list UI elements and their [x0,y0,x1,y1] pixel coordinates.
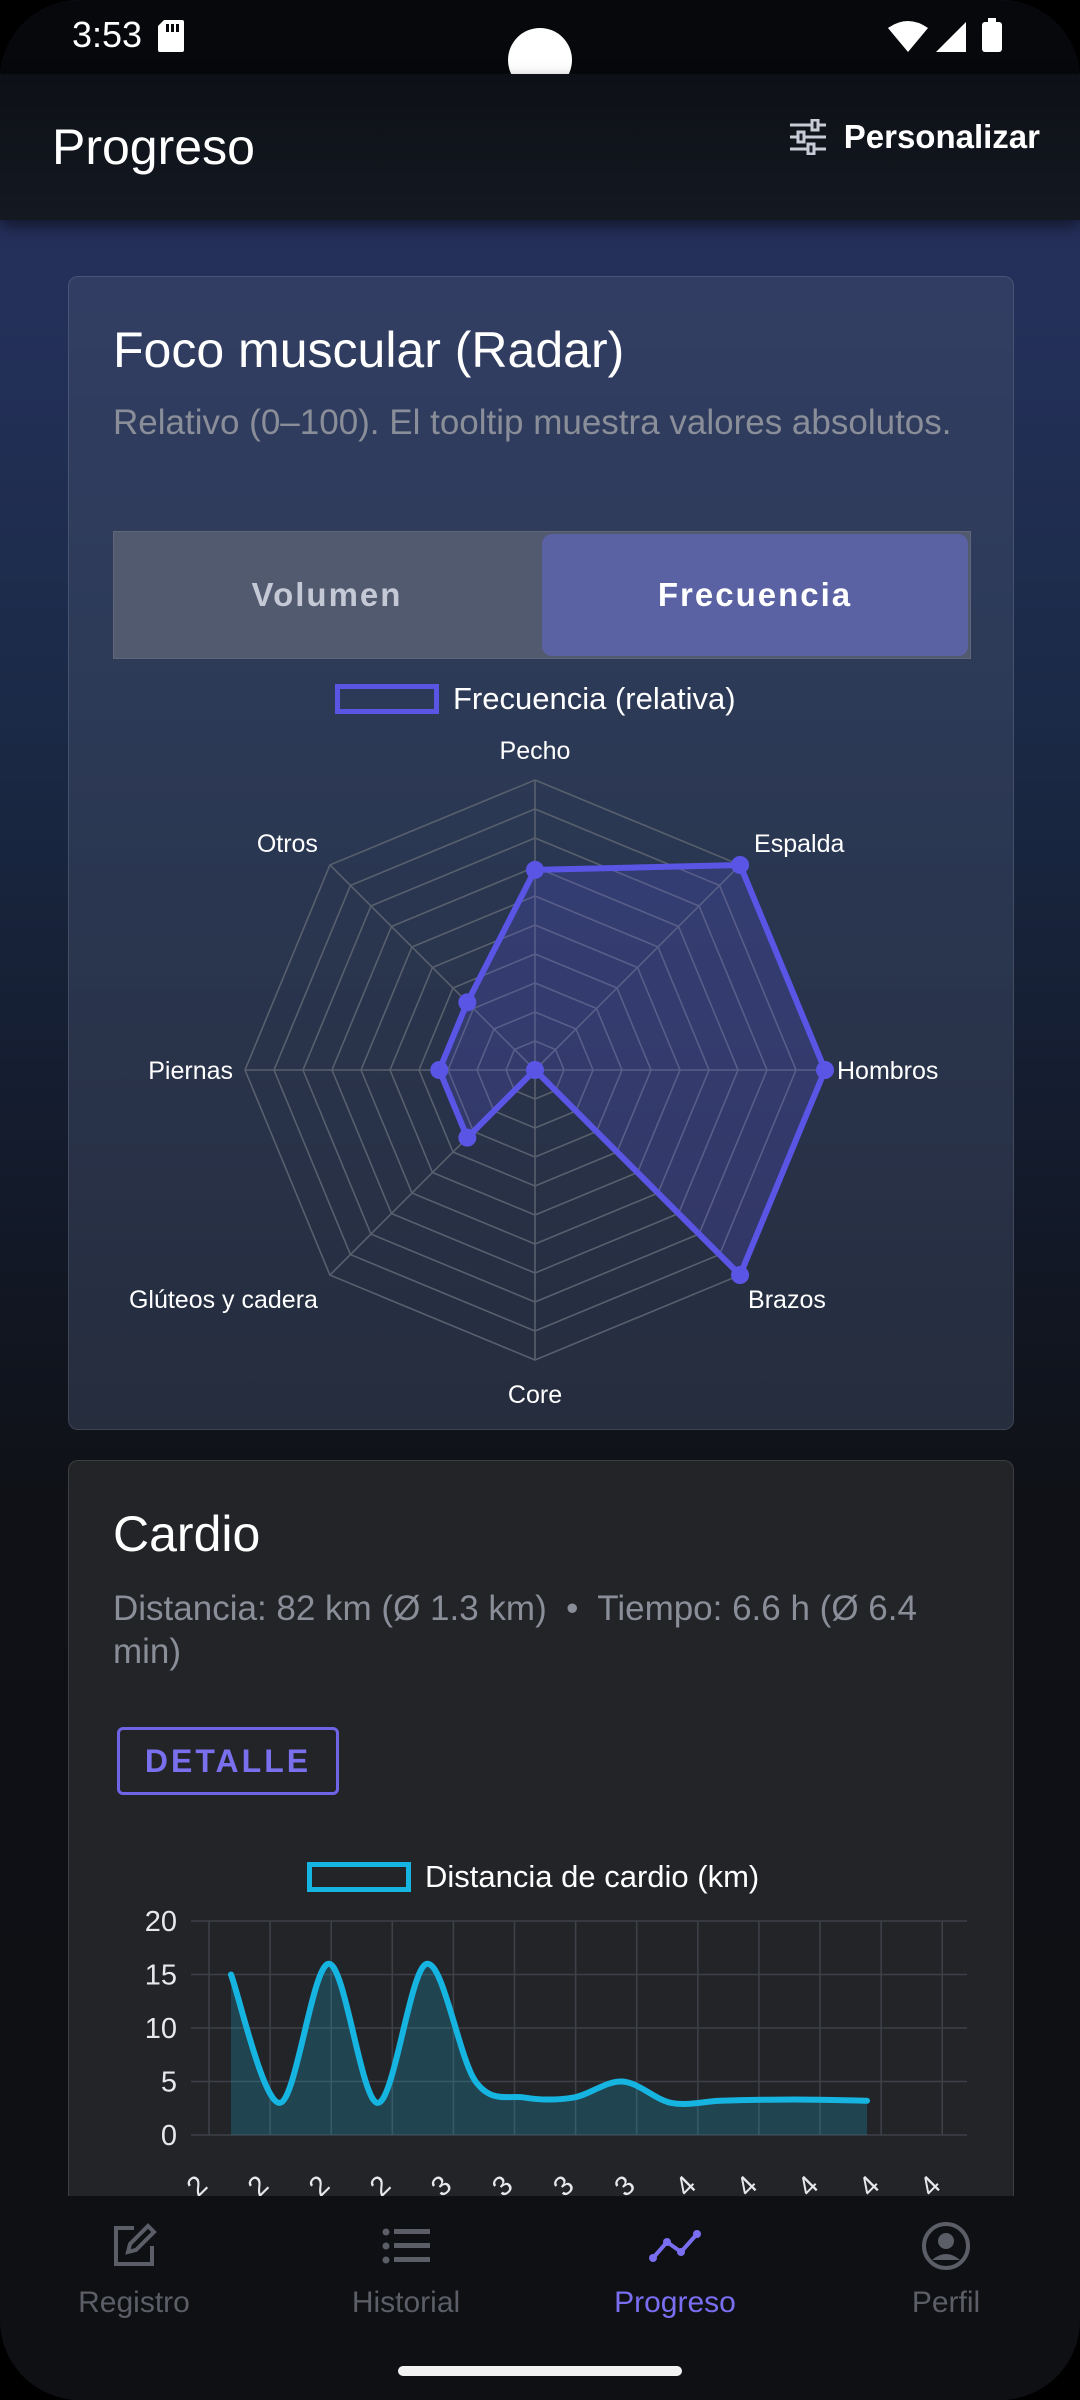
signal-icon [936,22,966,52]
y-tick-label: 5 [161,2067,177,2099]
radar-point [816,1061,834,1079]
system-status-icons [888,18,1002,52]
radar-point [458,993,477,1012]
radar-series-area [436,861,828,1279]
nav-label-progreso: Progreso [614,2286,736,2319]
sd-card-icon [158,20,184,52]
radar-axis-label: Core [508,1381,562,1409]
radar-axis-label: Hombros [837,1057,938,1085]
radar-point [731,1266,750,1285]
status-time: 3:53 [72,14,143,55]
radar-axis-label: Pecho [500,737,571,765]
radar-point [430,1061,449,1079]
nav-label-historial: Historial [351,2286,461,2319]
app-bar: Progreso Personalizar [0,74,1080,220]
radar-axis-label: Brazos [748,1286,826,1314]
y-tick-label: 0 [161,2120,177,2152]
nav-item-historial[interactable]: Historial [306,2220,506,2320]
radar-point [526,1061,544,1079]
muscle-focus-card: Foco muscular (Radar) Relativo (0–100). … [68,276,1014,1430]
y-tick-label: 20 [145,1906,177,1938]
nav-item-perfil[interactable]: Perfil [846,2220,1046,2320]
y-tick-label: 15 [145,1960,177,1992]
customize-button[interactable]: Personalizar [788,118,1040,156]
radar-point [731,855,750,874]
y-tick-label: 10 [145,2013,177,2045]
radar-axis-label: Espalda [754,830,844,858]
phone-screen: 3:53 Progreso Personalizar Foco muscular… [0,0,1080,2400]
radar-chart[interactable]: Pecho Espalda Hombros Brazos Core Glúteos y c… [69,277,1013,1429]
radar-axis-label: Glúteos y cadera [129,1286,318,1314]
customize-label: Personalizar [843,118,1040,155]
status-bar: 3:53 [0,0,1080,92]
cardio-area-fill [231,1963,867,2135]
nav-item-registro[interactable]: Registro [34,2220,234,2320]
battery-icon [982,18,1002,52]
radar-point [526,860,544,879]
radar-axis-label: Piernas [148,1057,233,1085]
radar-axis-label: Otros [257,830,318,858]
wifi-icon [888,21,928,52]
account-icon [922,2222,970,2270]
radar-point [458,1128,477,1147]
page-title: Progreso [52,119,255,175]
trending-icon [649,2230,701,2262]
list-icon [382,2228,430,2264]
nav-label-perfil: Perfil [911,2286,981,2319]
nav-label-registro: Registro [78,2286,190,2319]
home-indicator[interactable] [398,2366,682,2376]
nav-item-progreso[interactable]: Progreso [575,2220,775,2320]
tune-icon [789,119,826,155]
edit-icon [114,2223,157,2266]
